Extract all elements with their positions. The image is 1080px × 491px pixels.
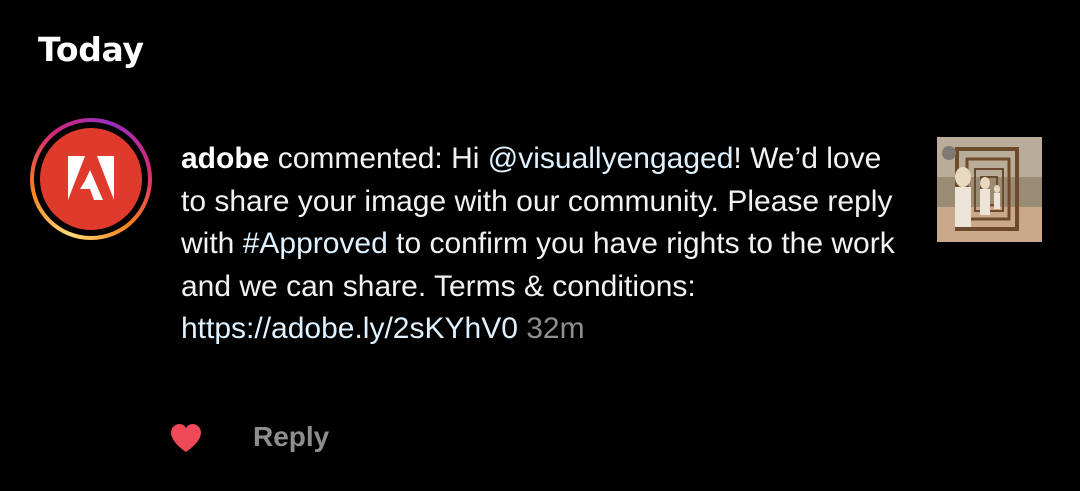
timestamp: 32m <box>526 312 585 346</box>
comment-text: adobe commented: Hi @visuallyengaged! We… <box>181 138 901 351</box>
mention-link[interactable]: @visuallyengaged <box>488 142 734 175</box>
post-thumbnail-image[interactable] <box>937 137 1042 242</box>
avatar[interactable] <box>40 128 142 230</box>
comment-action: commented: Hi <box>269 142 488 175</box>
comment-actions: Reply <box>0 418 1080 462</box>
terms-link[interactable]: https://adobe.ly/2sKYhV0 <box>181 312 518 345</box>
heart-icon[interactable] <box>170 423 202 453</box>
username-link[interactable]: adobe <box>181 142 269 175</box>
hashtag-link[interactable]: #Approved <box>243 227 388 260</box>
adobe-logo-icon <box>68 156 114 200</box>
section-header-today: Today <box>38 30 144 69</box>
avatar-story-ring[interactable] <box>30 118 152 240</box>
comment-notification[interactable]: adobe commented: Hi @visuallyengaged! We… <box>0 118 1080 458</box>
reply-button[interactable]: Reply <box>253 421 329 453</box>
